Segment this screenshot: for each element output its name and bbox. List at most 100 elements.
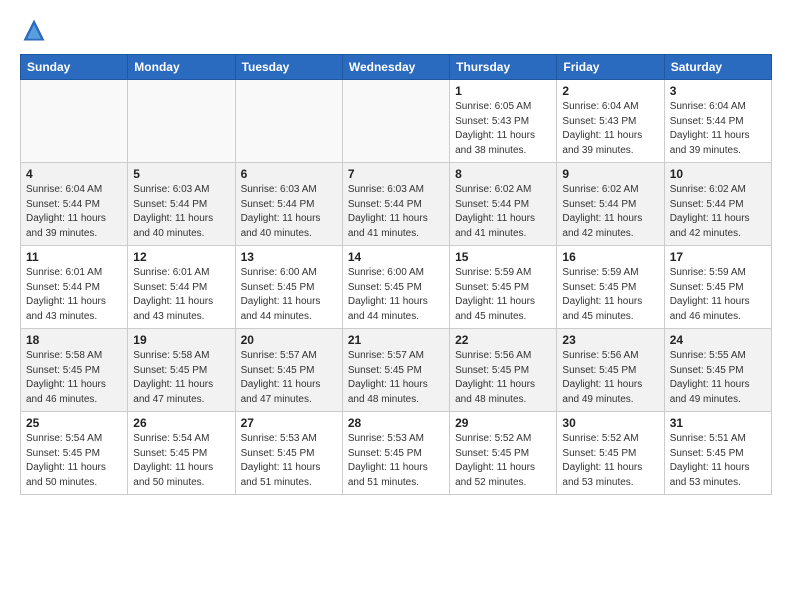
calendar-cell: 20 Sunrise: 5:57 AM Sunset: 5:45 PM Dayli…: [235, 329, 342, 412]
calendar-week-row: 1Sunrise: 6:05 AM Sunset: 5:43 PM Daylig…: [21, 80, 772, 163]
day-number: 15: [455, 250, 551, 264]
day-info: Sunrise: 5:58 AM Sunset: 5:45 PM Dayligh…: [133, 349, 229, 407]
calendar-cell: [128, 80, 235, 163]
day-info: Sunrise: 6:04 AM Sunset: 5:44 PM Dayligh…: [670, 100, 766, 158]
day-number: 6: [241, 167, 337, 181]
day-info: Sunrise: 5:59 AM Sunset: 5:45 PM Dayligh…: [562, 266, 658, 324]
day-number: 20: [241, 333, 337, 347]
day-number: 22: [455, 333, 551, 347]
day-number: 14: [348, 250, 444, 264]
day-info: Sunrise: 5:53 AM Sunset: 5:45 PM Dayligh…: [348, 432, 444, 490]
day-info: Sunrise: 5:58 AM Sunset: 5:45 PM Dayligh…: [26, 349, 122, 407]
day-info: Sunrise: 5:56 AM Sunset: 5:45 PM Dayligh…: [562, 349, 658, 407]
day-number: 25: [26, 416, 122, 430]
day-number: 7: [348, 167, 444, 181]
calendar-cell: 6 Sunrise: 6:03 AM Sunset: 5:44 PM Daylig…: [235, 163, 342, 246]
calendar-cell: 17 Sunrise: 5:59 AM Sunset: 5:45 PM Dayli…: [664, 246, 771, 329]
calendar-cell: 16 Sunrise: 5:59 AM Sunset: 5:45 PM Dayli…: [557, 246, 664, 329]
column-header-sunday: Sunday: [21, 55, 128, 80]
day-info: Sunrise: 6:04 AM Sunset: 5:43 PM Dayligh…: [562, 100, 658, 158]
day-info: Sunrise: 6:01 AM Sunset: 5:44 PM Dayligh…: [133, 266, 229, 324]
calendar-cell: 27 Sunrise: 5:53 AM Sunset: 5:45 PM Dayli…: [235, 412, 342, 495]
calendar-cell: 18 Sunrise: 5:58 AM Sunset: 5:45 PM Dayli…: [21, 329, 128, 412]
day-number: 9: [562, 167, 658, 181]
calendar-cell: 13 Sunrise: 6:00 AM Sunset: 5:45 PM Dayli…: [235, 246, 342, 329]
day-number: 31: [670, 416, 766, 430]
day-info: Sunrise: 6:02 AM Sunset: 5:44 PM Dayligh…: [670, 183, 766, 241]
calendar-cell: 22 Sunrise: 5:56 AM Sunset: 5:45 PM Dayli…: [450, 329, 557, 412]
day-number: 12: [133, 250, 229, 264]
page: SundayMondayTuesdayWednesdayThursdayFrid…: [0, 0, 792, 612]
calendar-week-row: 18 Sunrise: 5:58 AM Sunset: 5:45 PM Dayli…: [21, 329, 772, 412]
calendar-cell: 26Sunrise: 5:54 AM Sunset: 5:45 PM Dayli…: [128, 412, 235, 495]
day-number: 5: [133, 167, 229, 181]
day-number: 23: [562, 333, 658, 347]
calendar-cell: 25 Sunrise: 5:54 AM Sunset: 5:45 PM Dayli…: [21, 412, 128, 495]
column-header-thursday: Thursday: [450, 55, 557, 80]
day-info: Sunrise: 6:00 AM Sunset: 5:45 PM Dayligh…: [348, 266, 444, 324]
calendar-cell: [235, 80, 342, 163]
day-number: 13: [241, 250, 337, 264]
day-info: Sunrise: 5:59 AM Sunset: 5:45 PM Dayligh…: [670, 266, 766, 324]
day-info: Sunrise: 5:57 AM Sunset: 5:45 PM Dayligh…: [241, 349, 337, 407]
calendar-cell: 2Sunrise: 6:04 AM Sunset: 5:43 PM Daylig…: [557, 80, 664, 163]
day-info: Sunrise: 5:55 AM Sunset: 5:45 PM Dayligh…: [670, 349, 766, 407]
day-number: 19: [133, 333, 229, 347]
day-number: 17: [670, 250, 766, 264]
calendar-cell: 7 Sunrise: 6:03 AM Sunset: 5:44 PM Daylig…: [342, 163, 449, 246]
day-number: 26: [133, 416, 229, 430]
calendar-cell: 11 Sunrise: 6:01 AM Sunset: 5:44 PM Dayli…: [21, 246, 128, 329]
day-number: 30: [562, 416, 658, 430]
calendar-cell: 12 Sunrise: 6:01 AM Sunset: 5:44 PM Dayli…: [128, 246, 235, 329]
calendar-header-row: SundayMondayTuesdayWednesdayThursdayFrid…: [21, 55, 772, 80]
day-info: Sunrise: 5:57 AM Sunset: 5:45 PM Dayligh…: [348, 349, 444, 407]
day-info: Sunrise: 6:02 AM Sunset: 5:44 PM Dayligh…: [562, 183, 658, 241]
calendar-cell: 21 Sunrise: 5:57 AM Sunset: 5:45 PM Dayli…: [342, 329, 449, 412]
calendar-cell: 9 Sunrise: 6:02 AM Sunset: 5:44 PM Daylig…: [557, 163, 664, 246]
day-number: 27: [241, 416, 337, 430]
day-number: 3: [670, 84, 766, 98]
calendar-cell: [342, 80, 449, 163]
day-info: Sunrise: 6:03 AM Sunset: 5:44 PM Dayligh…: [133, 183, 229, 241]
day-info: Sunrise: 5:53 AM Sunset: 5:45 PM Dayligh…: [241, 432, 337, 490]
calendar-cell: 5 Sunrise: 6:03 AM Sunset: 5:44 PM Daylig…: [128, 163, 235, 246]
column-header-tuesday: Tuesday: [235, 55, 342, 80]
day-number: 29: [455, 416, 551, 430]
day-number: 18: [26, 333, 122, 347]
day-info: Sunrise: 5:59 AM Sunset: 5:45 PM Dayligh…: [455, 266, 551, 324]
day-number: 11: [26, 250, 122, 264]
column-header-wednesday: Wednesday: [342, 55, 449, 80]
calendar-cell: 3 Sunrise: 6:04 AM Sunset: 5:44 PM Daylig…: [664, 80, 771, 163]
day-number: 24: [670, 333, 766, 347]
day-info: Sunrise: 6:01 AM Sunset: 5:44 PM Dayligh…: [26, 266, 122, 324]
calendar-cell: 30 Sunrise: 5:52 AM Sunset: 5:45 PM Dayli…: [557, 412, 664, 495]
calendar-week-row: 11 Sunrise: 6:01 AM Sunset: 5:44 PM Dayli…: [21, 246, 772, 329]
calendar-cell: [21, 80, 128, 163]
calendar-week-row: 4 Sunrise: 6:04 AM Sunset: 5:44 PM Daylig…: [21, 163, 772, 246]
column-header-friday: Friday: [557, 55, 664, 80]
calendar-cell: 8Sunrise: 6:02 AM Sunset: 5:44 PM Daylig…: [450, 163, 557, 246]
day-info: Sunrise: 6:00 AM Sunset: 5:45 PM Dayligh…: [241, 266, 337, 324]
day-info: Sunrise: 5:52 AM Sunset: 5:45 PM Dayligh…: [562, 432, 658, 490]
day-number: 8: [455, 167, 551, 181]
day-number: 4: [26, 167, 122, 181]
day-number: 21: [348, 333, 444, 347]
calendar-week-row: 25 Sunrise: 5:54 AM Sunset: 5:45 PM Dayli…: [21, 412, 772, 495]
calendar-cell: 28 Sunrise: 5:53 AM Sunset: 5:45 PM Dayli…: [342, 412, 449, 495]
calendar-cell: 4 Sunrise: 6:04 AM Sunset: 5:44 PM Daylig…: [21, 163, 128, 246]
logo-icon: [20, 16, 48, 44]
calendar-cell: 31Sunrise: 5:51 AM Sunset: 5:45 PM Dayli…: [664, 412, 771, 495]
calendar-cell: 15 Sunrise: 5:59 AM Sunset: 5:45 PM Dayli…: [450, 246, 557, 329]
day-info: Sunrise: 5:52 AM Sunset: 5:45 PM Dayligh…: [455, 432, 551, 490]
day-info: Sunrise: 5:56 AM Sunset: 5:45 PM Dayligh…: [455, 349, 551, 407]
day-info: Sunrise: 6:03 AM Sunset: 5:44 PM Dayligh…: [348, 183, 444, 241]
day-info: Sunrise: 6:04 AM Sunset: 5:44 PM Dayligh…: [26, 183, 122, 241]
day-number: 16: [562, 250, 658, 264]
day-info: Sunrise: 5:54 AM Sunset: 5:45 PM Dayligh…: [26, 432, 122, 490]
header: [20, 16, 772, 44]
day-info: Sunrise: 6:03 AM Sunset: 5:44 PM Dayligh…: [241, 183, 337, 241]
calendar-cell: 29 Sunrise: 5:52 AM Sunset: 5:45 PM Dayli…: [450, 412, 557, 495]
day-number: 28: [348, 416, 444, 430]
calendar-cell: 10Sunrise: 6:02 AM Sunset: 5:44 PM Dayli…: [664, 163, 771, 246]
calendar-cell: 23 Sunrise: 5:56 AM Sunset: 5:45 PM Dayli…: [557, 329, 664, 412]
